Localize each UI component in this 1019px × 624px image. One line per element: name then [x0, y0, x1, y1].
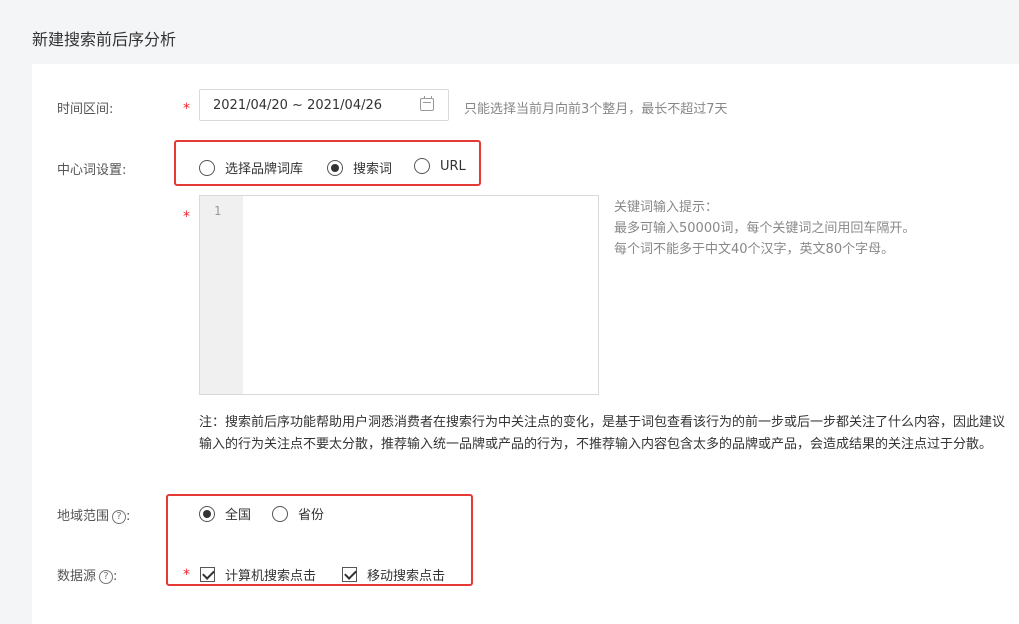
region-label-text: 地域范围: [57, 509, 109, 524]
region-label: 地域范围?:: [57, 505, 130, 524]
time-range-label: 时间区间:: [57, 98, 113, 117]
checkbox-checked[interactable]: [342, 567, 357, 582]
page-title: 新建搜索前后序分析: [32, 26, 176, 50]
required-mark: *: [183, 567, 190, 583]
date-range-value: 2021/04/20 ~ 2021/04/26: [213, 98, 382, 113]
keyword-hint-line: 每个词不能多于中文40个汉字，英文80个字母。: [614, 239, 915, 260]
radio-circle[interactable]: [414, 158, 430, 174]
help-icon[interactable]: ?: [99, 570, 113, 584]
radio-circle-selected[interactable]: [199, 506, 215, 522]
label-colon: :: [113, 569, 117, 584]
radio-url[interactable]: URL: [414, 158, 466, 174]
keyword-hint-title: 关键词输入提示：: [614, 197, 915, 218]
radio-label: 全国: [225, 504, 251, 523]
radio-circle[interactable]: [272, 506, 288, 522]
checkbox-label: 计算机搜索点击: [225, 565, 316, 584]
line-number: 1: [214, 204, 221, 218]
center-word-label: 中心词设置:: [57, 159, 126, 178]
checkbox-label: 移动搜索点击: [367, 565, 445, 584]
radio-label: 搜索词: [353, 158, 392, 177]
label-colon: :: [126, 509, 130, 524]
help-icon[interactable]: ?: [112, 510, 126, 524]
calendar-icon[interactable]: [420, 98, 434, 111]
radio-brand-lexicon[interactable]: 选择品牌词库: [199, 158, 303, 177]
keyword-textarea[interactable]: 1: [199, 195, 599, 395]
radio-label: 选择品牌词库: [225, 158, 303, 177]
radio-label: URL: [440, 159, 466, 174]
radio-province[interactable]: 省份: [272, 504, 324, 523]
required-mark: *: [183, 209, 190, 225]
keyword-input-hint: 关键词输入提示： 最多可输入50000词，每个关键词之间用回车隔开。 每个词不能…: [614, 197, 915, 260]
required-mark: *: [183, 101, 190, 117]
checkbox-checked[interactable]: [200, 567, 215, 582]
line-number-gutter: 1: [200, 196, 243, 394]
data-source-label-text: 数据源: [57, 569, 96, 584]
radio-nationwide[interactable]: 全国: [199, 504, 251, 523]
data-source-label: 数据源?:: [57, 565, 117, 584]
radio-circle[interactable]: [199, 160, 215, 176]
checkbox-pc-search-click[interactable]: 计算机搜索点击: [200, 565, 316, 584]
radio-circle-selected[interactable]: [327, 160, 343, 176]
radio-search-word[interactable]: 搜索词: [327, 158, 392, 177]
keyword-hint-line: 最多可输入50000词，每个关键词之间用回车隔开。: [614, 218, 915, 239]
analysis-note: 注：搜索前后序功能帮助用户洞悉消费者在搜索行为中关注点的变化，是基于词包查看该行…: [199, 412, 1014, 456]
date-range-picker[interactable]: 2021/04/20 ~ 2021/04/26: [199, 89, 449, 121]
radio-label: 省份: [298, 504, 324, 523]
checkbox-mobile-search-click[interactable]: 移动搜索点击: [342, 565, 445, 584]
time-range-hint: 只能选择当前月向前3个整月，最长不超过7天: [464, 98, 728, 117]
